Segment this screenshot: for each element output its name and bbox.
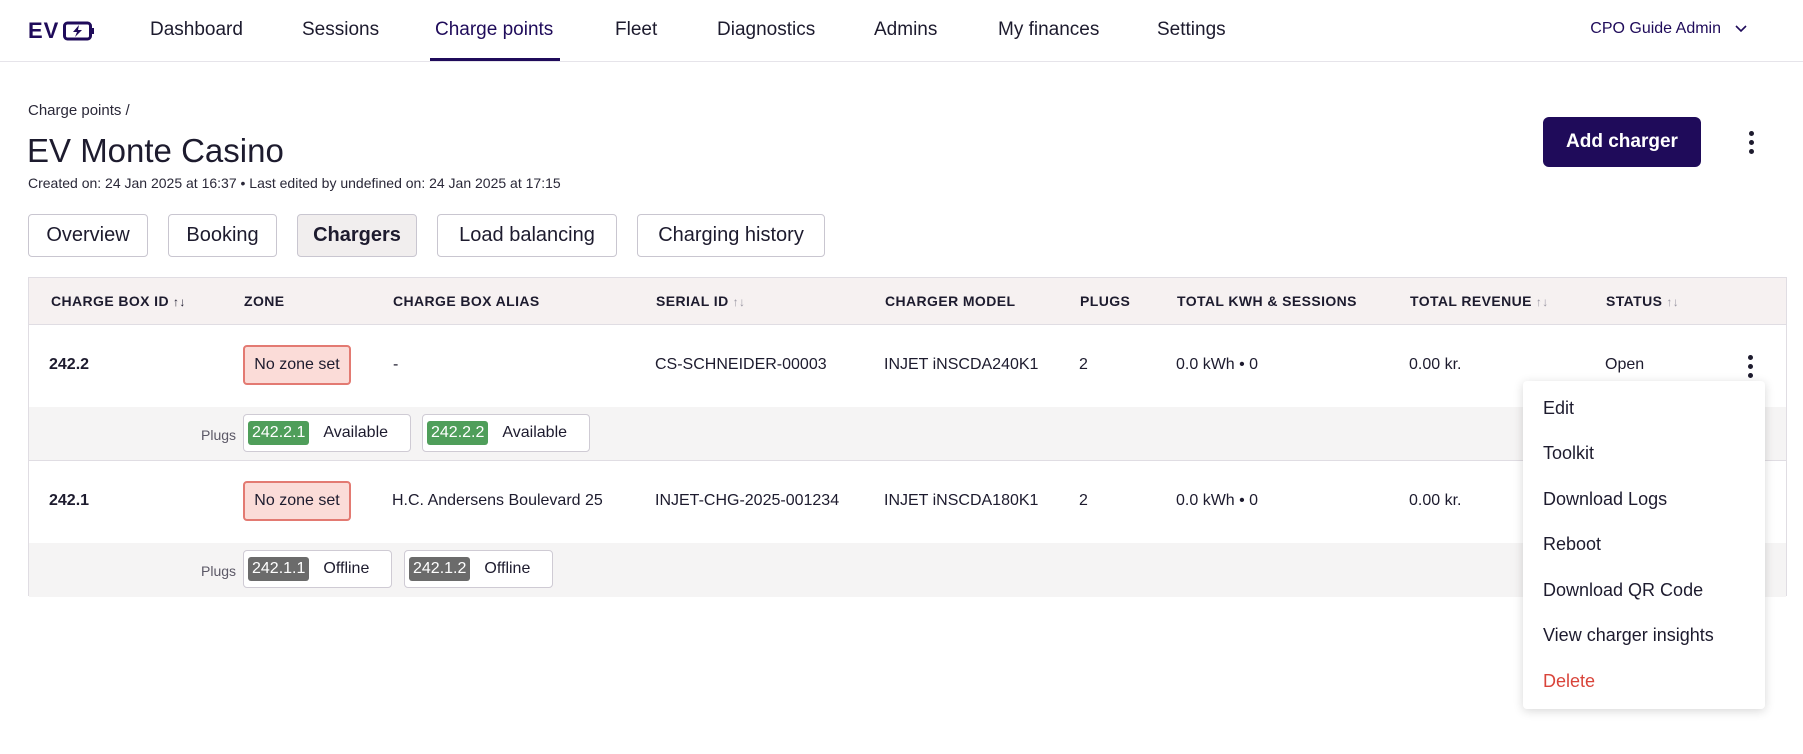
plug-chip[interactable]: 242.2.1 Available (243, 414, 411, 452)
page-meta: Created on: 24 Jan 2025 at 16:37 • Last … (28, 175, 561, 191)
tab-booking[interactable]: Booking (168, 214, 277, 257)
column-header-total-revenue[interactable]: TOTAL REVENUE ↑↓ (1410, 293, 1549, 309)
total-revenue: 0.00 kr. (1409, 492, 1462, 509)
charge-box-alias: H.C. Andersens Boulevard 25 (392, 492, 603, 509)
column-header-serial-id[interactable]: SERIAL ID ↑↓ (656, 293, 745, 309)
page-title: EV Monte Casino (27, 132, 284, 169)
breadcrumb[interactable]: Charge points / (28, 102, 130, 119)
sort-icon[interactable]: ↑↓ (733, 295, 746, 309)
plugs-label: Plugs (201, 563, 237, 579)
plug-chip[interactable]: 242.2.2 Available (422, 414, 590, 452)
plugs-count: 2 (1079, 492, 1088, 509)
plugs-label: Plugs (201, 427, 237, 443)
serial-id: CS-SCHNEIDER-00003 (655, 356, 827, 373)
charge-box-alias: - (393, 356, 399, 373)
column-header-charger-model: CHARGER MODEL (885, 293, 1016, 309)
plug-id: 242.1.2 (409, 557, 471, 581)
charge-box-id[interactable]: 242.1 (49, 492, 89, 510)
nav-item-charge-points[interactable]: Charge points (435, 19, 553, 41)
nav-item-fleet[interactable]: Fleet (615, 19, 657, 41)
nav-item-settings[interactable]: Settings (1157, 19, 1226, 41)
plug-chip[interactable]: 242.1.1 Offline (243, 550, 392, 588)
sort-icon[interactable]: ↑↓ (173, 295, 186, 309)
tab-chargers[interactable]: Chargers (297, 214, 417, 257)
plug-status: Offline (484, 560, 531, 577)
total-kwh-sessions: 0.0 kWh • 0 (1176, 492, 1259, 509)
menu-item-toolkit[interactable]: Toolkit (1543, 443, 1594, 464)
plug-id: 242.2.2 (427, 421, 489, 445)
plug-status: Offline (323, 560, 370, 577)
page-more-options-icon[interactable] (1741, 127, 1761, 157)
charger-actions-menu: Edit Toolkit Download Logs Reboot Downlo… (1523, 381, 1765, 709)
nav-item-sessions[interactable]: Sessions (302, 19, 379, 41)
charger-model: INJET iNSCDA180K1 (884, 492, 1039, 509)
tab-overview[interactable]: Overview (28, 214, 148, 257)
column-header-zone: ZONE (244, 293, 285, 309)
plug-status: Available (323, 424, 389, 441)
row-more-options-icon[interactable] (1740, 351, 1760, 381)
plugs-count: 2 (1079, 356, 1088, 373)
column-header-plugs: PLUGS (1080, 293, 1131, 309)
user-menu[interactable]: CPO Guide Admin (1590, 20, 1747, 38)
chevron-down-icon (1735, 25, 1747, 33)
plug-id: 242.2.1 (248, 421, 310, 445)
total-revenue: 0.00 kr. (1409, 356, 1462, 373)
menu-item-download-qr-code[interactable]: Download QR Code (1543, 580, 1703, 601)
status: Open (1605, 356, 1645, 373)
menu-item-edit[interactable]: Edit (1543, 398, 1574, 419)
add-charger-button[interactable]: Add charger (1543, 117, 1701, 167)
plug-id: 242.1.1 (248, 557, 310, 581)
serial-id: INJET-CHG-2025-001234 (655, 492, 840, 509)
total-kwh-sessions: 0.0 kWh • 0 (1176, 356, 1259, 373)
charging-bolt-icon (63, 21, 95, 41)
tab-charging-history[interactable]: Charging history (637, 214, 825, 257)
nav-item-dashboard[interactable]: Dashboard (150, 19, 243, 41)
sort-icon[interactable]: ↑↓ (1536, 295, 1549, 309)
sort-icon[interactable]: ↑↓ (1666, 295, 1679, 309)
plug-status: Available (502, 424, 568, 441)
charge-box-id[interactable]: 242.2 (49, 356, 89, 374)
active-nav-indicator (430, 58, 560, 61)
plug-chip[interactable]: 242.1.2 Offline (404, 550, 553, 588)
nav-item-my-finances[interactable]: My finances (998, 19, 1099, 41)
column-header-status[interactable]: STATUS ↑↓ (1606, 293, 1679, 309)
menu-item-download-logs[interactable]: Download Logs (1543, 489, 1667, 510)
tab-load-balancing[interactable]: Load balancing (437, 214, 617, 257)
top-nav: EV Dashboard Sessions Charge points Flee… (0, 0, 1803, 62)
menu-item-reboot[interactable]: Reboot (1543, 534, 1601, 555)
user-name: CPO Guide Admin (1590, 20, 1721, 37)
menu-item-view-charger-insights[interactable]: View charger insights (1543, 625, 1714, 646)
nav-item-admins[interactable]: Admins (874, 19, 937, 41)
logo-text: EV (28, 18, 60, 43)
logo[interactable]: EV (28, 18, 95, 44)
zone-badge: No zone set (243, 345, 351, 385)
zone-badge: No zone set (243, 481, 351, 521)
nav-item-diagnostics[interactable]: Diagnostics (717, 19, 815, 41)
column-header-charge-box-id[interactable]: CHARGE BOX ID ↑↓ (51, 293, 186, 309)
menu-item-delete[interactable]: Delete (1543, 671, 1595, 692)
column-header-alias: CHARGE BOX ALIAS (393, 293, 540, 309)
column-header-total-kwh: TOTAL KWH & SESSIONS (1177, 293, 1357, 309)
table-header: CHARGE BOX ID ↑↓ ZONE CHARGE BOX ALIAS SE… (29, 278, 1786, 325)
charger-model: INJET iNSCDA240K1 (884, 356, 1039, 373)
